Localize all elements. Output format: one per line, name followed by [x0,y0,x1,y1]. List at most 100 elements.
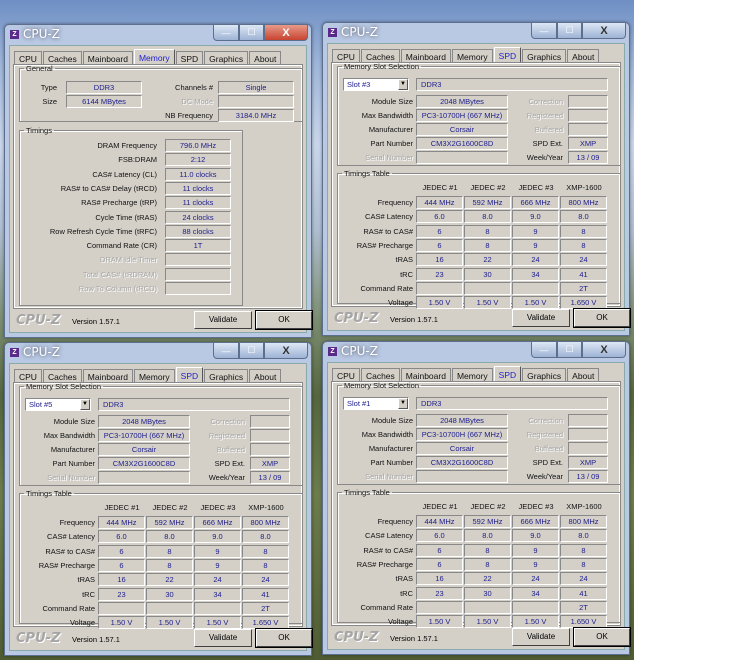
chevron-down-icon[interactable]: ▼ [398,398,408,409]
close-button[interactable]: X [264,25,308,41]
module-size-value: 2048 MBytes [98,415,190,428]
tab-cpu[interactable]: CPU [332,368,360,382]
maximize-icon: ☐ [565,25,574,35]
ok-button[interactable]: OK [255,628,313,648]
timing-value: 24 clocks [165,210,231,224]
title-bar[interactable]: Z CPU-Z — ☐ X [327,23,626,43]
tab-bar: CPU Caches Mainboard Memory SPD Graphics… [14,49,282,65]
timings-cell: 6 [98,544,145,558]
ok-button[interactable]: OK [255,310,313,330]
tab-cpu[interactable]: CPU [332,49,360,63]
tab-about[interactable]: About [249,51,282,65]
ok-button[interactable]: OK [573,627,631,647]
tab-spd[interactable]: SPD [175,51,204,65]
timings-row-label: RAS# to CAS# [45,546,95,556]
cpuz-app-icon: Z [10,348,19,357]
minimize-button[interactable]: — [531,23,557,39]
slot-select[interactable]: Slot #5 ▼ [25,398,91,411]
timings-cell: 16 [416,253,463,267]
tab-mainboard[interactable]: Mainboard [400,368,451,382]
timings-cell: 24 [512,253,559,267]
part-number-label: Part Number [370,458,413,467]
close-button[interactable]: X [582,23,626,39]
timings-cell: 24 [560,572,607,586]
timings-cell [416,600,463,614]
close-button[interactable]: X [264,343,308,359]
maximize-button[interactable]: ☐ [557,342,582,358]
close-button[interactable]: X [582,342,626,358]
version-label: Version 1.57.1 [72,317,120,326]
timings-cell: 8 [464,557,511,571]
timings-column-header: XMP-1600 [566,502,602,511]
timings-column-header: JEDEC #1 [422,502,458,511]
tab-caches[interactable]: Caches [360,368,400,382]
timing-label: Row To Column (tRCD) [78,284,157,293]
tab-mainboard[interactable]: Mainboard [82,369,133,383]
week-year-label: Week/Year [208,473,245,482]
validate-button[interactable]: Validate [194,629,252,647]
slot-select[interactable]: Slot #3 ▼ [343,78,409,91]
tab-memory[interactable]: Memory [451,49,493,63]
tab-caches[interactable]: Caches [42,51,82,65]
timings-row-label: RAS# Precharge [38,560,95,570]
chevron-down-icon[interactable]: ▼ [80,399,90,410]
timing-value [165,267,231,281]
minimize-button[interactable]: — [213,343,239,359]
tab-cpu[interactable]: CPU [14,369,42,383]
tab-spd[interactable]: SPD [175,367,204,383]
ok-button[interactable]: OK [573,308,631,328]
title-bar[interactable]: Z CPU-Z — ☐ X [327,342,626,362]
max-bandwidth-value: PC3-10700H (667 MHz) [98,429,190,442]
maximize-button[interactable]: ☐ [557,23,582,39]
tab-cpu[interactable]: CPU [14,51,42,65]
tab-graphics[interactable]: Graphics [522,368,567,382]
serial-number-value [416,470,508,483]
tab-about[interactable]: About [567,49,600,63]
timings-cell: 8.0 [560,529,607,543]
serial-number-value [98,471,190,484]
slot-selection-legend: Memory Slot Selection [26,382,102,391]
timings-row-label: tRC [400,269,413,279]
minimize-button[interactable]: — [531,342,557,358]
maximize-button[interactable]: ☐ [239,343,264,359]
tab-memory[interactable]: Memory [133,49,175,65]
tab-graphics[interactable]: Graphics [204,369,249,383]
timings-cell: 800 MHz [560,515,607,528]
validate-button[interactable]: Validate [512,309,570,327]
timings-cell [512,600,559,614]
title-bar[interactable]: Z CPU-Z — ☐ X [9,343,308,363]
serial-number-label: Serial Number [365,153,413,162]
maximize-button[interactable]: ☐ [239,25,264,41]
validate-button[interactable]: Validate [512,628,570,646]
tab-graphics[interactable]: Graphics [522,49,567,63]
minimize-button[interactable]: — [213,25,239,41]
timings-cell: 2T [560,600,607,614]
tab-bar: CPU Caches Mainboard Memory SPD Graphics… [332,366,600,382]
tab-about[interactable]: About [567,368,600,382]
close-icon: X [282,344,290,357]
tab-memory[interactable]: Memory [133,369,175,383]
tab-graphics[interactable]: Graphics [204,51,249,65]
slot-select-value: Slot #5 [29,400,53,409]
validate-button[interactable]: Validate [194,311,252,329]
tab-spd[interactable]: SPD [493,47,522,63]
tab-caches[interactable]: Caches [360,49,400,63]
title-bar[interactable]: Z CPU-Z — ☐ X [9,25,308,45]
nb-frequency-value: 3184.0 MHz [218,109,294,122]
timings-table-legend: Timings Table [26,489,72,498]
timings-row-label: Frequency [59,518,95,527]
tab-about[interactable]: About [249,369,282,383]
timings-cell: 592 MHz [146,516,193,529]
tab-mainboard[interactable]: Mainboard [82,51,133,65]
timings-row-label: RAS# Precharge [356,240,413,250]
tab-caches[interactable]: Caches [42,369,82,383]
tab-mainboard[interactable]: Mainboard [400,49,451,63]
chevron-down-icon[interactable]: ▼ [398,79,408,90]
timings-table-legend: Timings Table [344,488,390,497]
tab-memory[interactable]: Memory [451,368,493,382]
dc-mode-label: DC Mode [181,97,213,106]
timings-cell: 592 MHz [464,515,511,528]
tab-spd[interactable]: SPD [493,366,522,382]
slot-select[interactable]: Slot #1 ▼ [343,397,409,410]
timings-cell: 6 [416,557,463,571]
